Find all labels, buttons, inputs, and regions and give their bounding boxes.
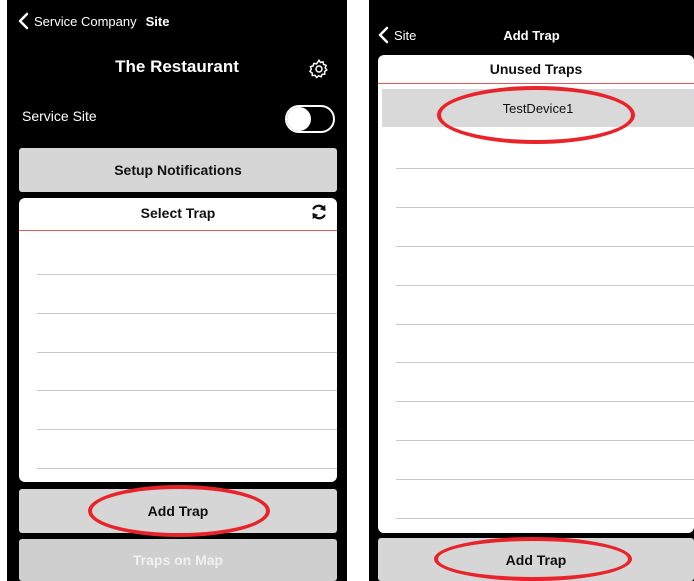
gear-icon[interactable] xyxy=(308,58,330,80)
setup-notifications-button[interactable]: Setup Notifications xyxy=(19,148,337,192)
service-site-toggle[interactable] xyxy=(285,105,335,133)
list-row-divider xyxy=(37,468,337,469)
back-to-service-company-button[interactable]: Service Company Site xyxy=(17,12,169,30)
page-title: The Restaurant xyxy=(115,57,239,76)
list-row-divider xyxy=(37,352,337,353)
list-row-divider xyxy=(37,313,337,314)
list-row-divider xyxy=(396,440,694,441)
list-row-divider xyxy=(396,207,694,208)
add-trap-button[interactable]: Add Trap xyxy=(19,489,337,533)
back-label: Service Company xyxy=(34,13,137,29)
page-title: Add Trap xyxy=(503,28,560,43)
unused-traps-header: Unused Traps xyxy=(489,61,583,77)
current-breadcrumb: Site xyxy=(145,13,170,29)
list-row-divider xyxy=(396,518,694,519)
site-screen: Service Company Site The Restaurant Serv… xyxy=(7,0,347,581)
list-row-divider xyxy=(396,285,694,286)
select-trap-header: Select Trap xyxy=(140,205,216,221)
add-trap-button[interactable]: Add Trap xyxy=(378,538,694,581)
unused-traps-list: Unused Traps TestDevice1 xyxy=(378,55,694,533)
refresh-icon[interactable] xyxy=(310,203,328,221)
list-item[interactable]: TestDevice1 xyxy=(382,89,694,127)
chevron-left-icon xyxy=(18,12,29,30)
toggle-knob xyxy=(287,107,311,131)
list-row-divider xyxy=(396,479,694,480)
list-row-divider xyxy=(37,274,337,275)
add-trap-screen: Site Add Trap Unused Traps TestDevice1 A… xyxy=(369,0,694,581)
header-divider xyxy=(378,83,694,84)
header-divider xyxy=(19,230,337,231)
list-row-divider xyxy=(37,390,337,391)
list-row-divider xyxy=(396,362,694,363)
service-site-label: Service Site xyxy=(22,108,97,124)
traps-on-map-button[interactable]: Traps on Map xyxy=(19,539,337,581)
list-row-divider xyxy=(396,401,694,402)
list-row-divider xyxy=(396,246,694,247)
list-row-divider xyxy=(396,168,694,169)
select-trap-list: Select Trap xyxy=(19,198,337,482)
list-row-divider xyxy=(37,429,337,430)
list-row-divider xyxy=(396,324,694,325)
